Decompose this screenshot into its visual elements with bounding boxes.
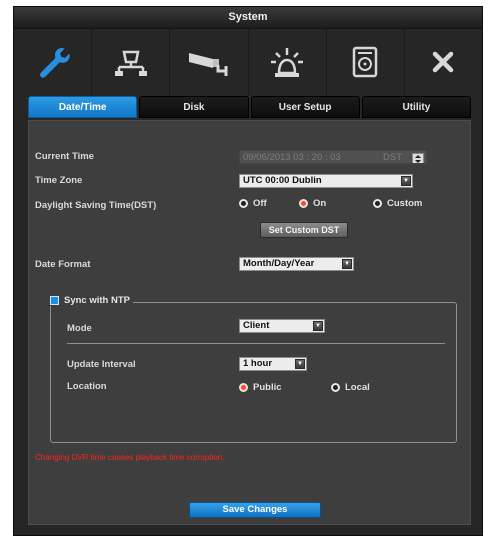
spinner-arrows-icon — [415, 155, 421, 163]
location-public-radio[interactable]: Public — [239, 382, 282, 393]
time-change-warning: Changing DVR time causes playback time c… — [35, 453, 225, 462]
ntp-divider — [67, 343, 445, 344]
system-window: System Date/Time Disk User Setup Utility… — [13, 6, 483, 536]
dst-label: Daylight Saving Time(DST) — [35, 200, 157, 211]
close-icon — [433, 51, 454, 73]
tool-alarm[interactable] — [249, 29, 327, 95]
tab-disk[interactable]: Disk — [139, 96, 249, 118]
chevron-down-icon: ▼ — [313, 321, 323, 331]
tab-utility[interactable]: Utility — [361, 96, 471, 118]
tab-user-setup[interactable]: User Setup — [250, 96, 360, 118]
mode-label: Mode — [67, 323, 92, 334]
tab-date-time[interactable]: Date/Time — [28, 96, 138, 118]
date-format-label: Date Format — [35, 259, 91, 270]
dst-custom-label: Custom — [387, 198, 423, 209]
time-zone-select[interactable]: UTC 00:00 Dublin ▼ — [239, 174, 413, 188]
time-zone-label: Time Zone — [35, 175, 83, 186]
current-time-label: Current Time — [35, 151, 94, 162]
tool-settings[interactable] — [14, 29, 93, 95]
location-local-label: Local — [345, 382, 370, 393]
toolbar — [14, 29, 482, 95]
wrench-icon — [39, 48, 70, 78]
ntp-legend: Sync with NTP — [47, 295, 133, 306]
radio-on-icon — [299, 199, 308, 208]
tool-disk[interactable] — [327, 29, 405, 95]
update-interval-label: Update Interval — [67, 359, 136, 370]
location-label: Location — [67, 381, 107, 392]
save-changes-button[interactable]: Save Changes — [189, 502, 321, 518]
date-format-select[interactable]: Month/Day/Year ▼ — [239, 257, 354, 271]
dst-spinner[interactable] — [412, 153, 424, 163]
tab-bar: Date/Time Disk User Setup Utility — [28, 96, 471, 118]
window-title: System — [14, 7, 482, 29]
camera-icon — [188, 53, 228, 76]
tool-network[interactable] — [92, 29, 171, 95]
current-time-field: 09/06/2013 03 : 20 : 03 DST — [239, 150, 427, 164]
radio-on-icon — [239, 383, 248, 392]
dst-off-radio[interactable]: Off — [239, 198, 267, 209]
time-zone-value: UTC 00:00 Dublin — [243, 175, 322, 186]
update-interval-value: 1 hour — [243, 358, 273, 369]
location-public-label: Public — [253, 382, 282, 393]
alarm-icon — [271, 48, 304, 77]
chevron-down-icon: ▼ — [295, 359, 305, 369]
location-local-radio[interactable]: Local — [331, 382, 370, 393]
tool-camera[interactable] — [170, 29, 249, 95]
sync-ntp-label: Sync with NTP — [64, 295, 130, 306]
date-format-value: Month/Day/Year — [243, 258, 315, 269]
hard-disk-icon — [353, 46, 378, 78]
network-icon — [114, 50, 147, 76]
radio-off-icon — [239, 199, 248, 208]
mode-select[interactable]: Client ▼ — [239, 319, 325, 333]
chevron-down-icon: ▼ — [342, 259, 352, 269]
dst-indicator: DST — [383, 152, 402, 163]
radio-off-icon — [373, 199, 382, 208]
chevron-down-icon: ▼ — [401, 176, 411, 186]
current-time-value: 09/06/2013 03 : 20 : 03 — [243, 152, 341, 163]
date-time-panel: Current Time 09/06/2013 03 : 20 : 03 DST… — [28, 120, 471, 525]
dst-off-label: Off — [253, 198, 267, 209]
update-interval-select[interactable]: 1 hour ▼ — [239, 357, 307, 371]
dst-custom-radio[interactable]: Custom — [373, 198, 422, 209]
dst-on-radio[interactable]: On — [299, 198, 326, 209]
sync-ntp-checkbox[interactable] — [50, 296, 59, 305]
tool-close[interactable] — [405, 29, 482, 95]
radio-off-icon — [331, 383, 340, 392]
dst-on-label: On — [313, 198, 327, 209]
set-custom-dst-button[interactable]: Set Custom DST — [260, 222, 348, 238]
mode-value: Client — [243, 320, 270, 331]
